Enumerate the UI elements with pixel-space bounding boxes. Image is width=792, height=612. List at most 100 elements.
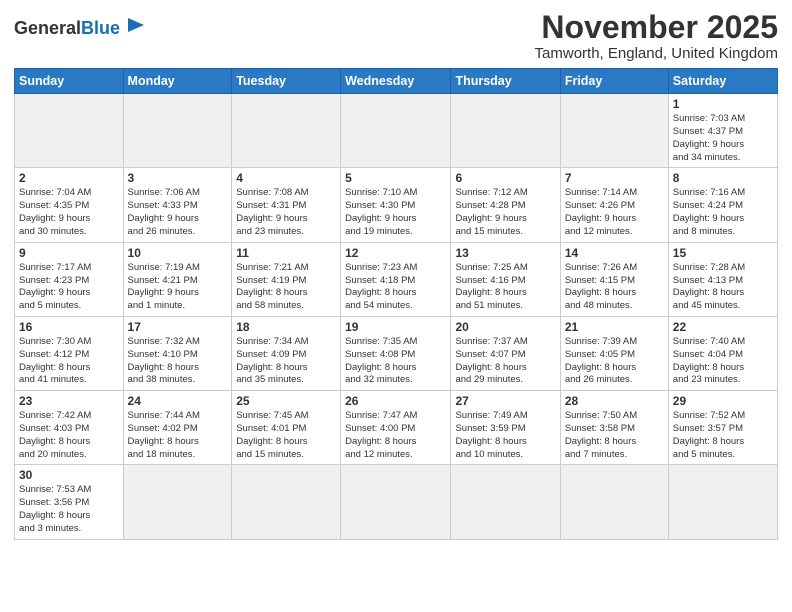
day-info: Sunrise: 7:42 AM Sunset: 4:03 PM Dayligh… <box>19 410 119 461</box>
calendar-cell: 23 Sunrise: 7:42 AM Sunset: 4:03 PM Dayli… <box>15 391 124 465</box>
calendar-cell: 11Sunrise: 7:21 AM Sunset: 4:19 PM Dayli… <box>232 242 341 316</box>
day-info: Sunrise: 7:23 AM Sunset: 4:18 PM Dayligh… <box>345 262 446 313</box>
calendar-cell: 16 Sunrise: 7:30 AM Sunset: 4:12 PM Dayli… <box>15 316 124 390</box>
calendar-cell: 22Sunrise: 7:40 AM Sunset: 4:04 PM Dayli… <box>668 316 777 390</box>
calendar-cell: 5 Sunrise: 7:10 AM Sunset: 4:30 PM Daylig… <box>341 168 451 242</box>
day-number: 6 <box>455 171 555 185</box>
day-number: 26 <box>345 394 446 408</box>
calendar-cell: 25Sunrise: 7:45 AM Sunset: 4:01 PM Dayli… <box>232 391 341 465</box>
day-info: Sunrise: 7:10 AM Sunset: 4:30 PM Dayligh… <box>345 187 446 238</box>
calendar-cell: 21 Sunrise: 7:39 AM Sunset: 4:05 PM Dayli… <box>560 316 668 390</box>
day-info: Sunrise: 7:19 AM Sunset: 4:21 PM Dayligh… <box>128 262 228 313</box>
col-sunday: Sunday <box>15 69 124 94</box>
calendar-cell <box>560 465 668 539</box>
day-number: 16 <box>19 320 119 334</box>
calendar-cell <box>451 94 560 168</box>
day-info: Sunrise: 7:47 AM Sunset: 4:00 PM Dayligh… <box>345 410 446 461</box>
day-info: Sunrise: 7:49 AM Sunset: 3:59 PM Dayligh… <box>455 410 555 461</box>
col-friday: Friday <box>560 69 668 94</box>
calendar-cell: 7Sunrise: 7:14 AM Sunset: 4:26 PM Daylig… <box>560 168 668 242</box>
day-number: 10 <box>128 246 228 260</box>
day-info: Sunrise: 7:28 AM Sunset: 4:13 PM Dayligh… <box>673 262 773 313</box>
calendar-cell: 8 Sunrise: 7:16 AM Sunset: 4:24 PM Daylig… <box>668 168 777 242</box>
calendar-cell: 19 Sunrise: 7:35 AM Sunset: 4:08 PM Dayli… <box>341 316 451 390</box>
calendar-cell: 3 Sunrise: 7:06 AM Sunset: 4:33 PM Daylig… <box>123 168 232 242</box>
day-number: 17 <box>128 320 228 334</box>
calendar-cell: 18Sunrise: 7:34 AM Sunset: 4:09 PM Dayli… <box>232 316 341 390</box>
page: GeneralBlue November 2025 Tamworth, Engl… <box>0 0 792 612</box>
calendar-cell: 29 Sunrise: 7:52 AM Sunset: 3:57 PM Dayli… <box>668 391 777 465</box>
calendar-cell: 12 Sunrise: 7:23 AM Sunset: 4:18 PM Dayli… <box>341 242 451 316</box>
week-row-0: 1Sunrise: 7:03 AM Sunset: 4:37 PM Daylig… <box>15 94 778 168</box>
day-info: Sunrise: 7:53 AM Sunset: 3:56 PM Dayligh… <box>19 484 119 535</box>
day-info: Sunrise: 7:50 AM Sunset: 3:58 PM Dayligh… <box>565 410 664 461</box>
calendar-cell: 30Sunrise: 7:53 AM Sunset: 3:56 PM Dayli… <box>15 465 124 539</box>
day-number: 4 <box>236 171 336 185</box>
calendar-cell <box>668 465 777 539</box>
col-wednesday: Wednesday <box>341 69 451 94</box>
day-number: 23 <box>19 394 119 408</box>
col-saturday: Saturday <box>668 69 777 94</box>
calendar-cell <box>560 94 668 168</box>
day-info: Sunrise: 7:44 AM Sunset: 4:02 PM Dayligh… <box>128 410 228 461</box>
day-number: 29 <box>673 394 773 408</box>
calendar-cell <box>232 94 341 168</box>
calendar-cell: 27 Sunrise: 7:49 AM Sunset: 3:59 PM Dayli… <box>451 391 560 465</box>
day-info: Sunrise: 7:16 AM Sunset: 4:24 PM Dayligh… <box>673 187 773 238</box>
calendar-cell: 20Sunrise: 7:37 AM Sunset: 4:07 PM Dayli… <box>451 316 560 390</box>
day-info: Sunrise: 7:25 AM Sunset: 4:16 PM Dayligh… <box>455 262 555 313</box>
day-number: 5 <box>345 171 446 185</box>
calendar-cell <box>123 94 232 168</box>
calendar-table: Sunday Monday Tuesday Wednesday Thursday… <box>14 68 778 540</box>
calendar-cell <box>341 94 451 168</box>
day-number: 28 <box>565 394 664 408</box>
day-number: 11 <box>236 246 336 260</box>
calendar-cell <box>451 465 560 539</box>
logo-text: GeneralBlue <box>14 19 120 37</box>
week-row-5: 30Sunrise: 7:53 AM Sunset: 3:56 PM Dayli… <box>15 465 778 539</box>
day-number: 18 <box>236 320 336 334</box>
col-tuesday: Tuesday <box>232 69 341 94</box>
day-info: Sunrise: 7:08 AM Sunset: 4:31 PM Dayligh… <box>236 187 336 238</box>
calendar-cell: 1Sunrise: 7:03 AM Sunset: 4:37 PM Daylig… <box>668 94 777 168</box>
calendar-cell: 26 Sunrise: 7:47 AM Sunset: 4:00 PM Dayli… <box>341 391 451 465</box>
day-number: 19 <box>345 320 446 334</box>
day-info: Sunrise: 7:45 AM Sunset: 4:01 PM Dayligh… <box>236 410 336 461</box>
calendar-cell: 17Sunrise: 7:32 AM Sunset: 4:10 PM Dayli… <box>123 316 232 390</box>
calendar-header-row: Sunday Monday Tuesday Wednesday Thursday… <box>15 69 778 94</box>
day-number: 27 <box>455 394 555 408</box>
day-info: Sunrise: 7:52 AM Sunset: 3:57 PM Dayligh… <box>673 410 773 461</box>
day-number: 24 <box>128 394 228 408</box>
day-info: Sunrise: 7:37 AM Sunset: 4:07 PM Dayligh… <box>455 336 555 387</box>
calendar-cell: 14Sunrise: 7:26 AM Sunset: 4:15 PM Dayli… <box>560 242 668 316</box>
week-row-1: 2Sunrise: 7:04 AM Sunset: 4:35 PM Daylig… <box>15 168 778 242</box>
day-info: Sunrise: 7:40 AM Sunset: 4:04 PM Dayligh… <box>673 336 773 387</box>
week-row-4: 23 Sunrise: 7:42 AM Sunset: 4:03 PM Dayli… <box>15 391 778 465</box>
col-monday: Monday <box>123 69 232 94</box>
calendar-cell: 9Sunrise: 7:17 AM Sunset: 4:23 PM Daylig… <box>15 242 124 316</box>
calendar-cell <box>123 465 232 539</box>
day-info: Sunrise: 7:03 AM Sunset: 4:37 PM Dayligh… <box>673 113 773 164</box>
calendar-cell: 6Sunrise: 7:12 AM Sunset: 4:28 PM Daylig… <box>451 168 560 242</box>
calendar-cell: 28 Sunrise: 7:50 AM Sunset: 3:58 PM Dayli… <box>560 391 668 465</box>
calendar-cell <box>341 465 451 539</box>
title-block: November 2025 Tamworth, England, United … <box>535 10 778 62</box>
calendar-title: November 2025 <box>535 10 778 45</box>
day-number: 15 <box>673 246 773 260</box>
logo: GeneralBlue <box>14 14 146 41</box>
day-info: Sunrise: 7:26 AM Sunset: 4:15 PM Dayligh… <box>565 262 664 313</box>
logo-icon <box>124 14 146 36</box>
day-info: Sunrise: 7:30 AM Sunset: 4:12 PM Dayligh… <box>19 336 119 387</box>
day-number: 12 <box>345 246 446 260</box>
day-number: 9 <box>19 246 119 260</box>
day-number: 21 <box>565 320 664 334</box>
week-row-3: 16 Sunrise: 7:30 AM Sunset: 4:12 PM Dayli… <box>15 316 778 390</box>
day-info: Sunrise: 7:39 AM Sunset: 4:05 PM Dayligh… <box>565 336 664 387</box>
day-info: Sunrise: 7:35 AM Sunset: 4:08 PM Dayligh… <box>345 336 446 387</box>
calendar-cell: 2Sunrise: 7:04 AM Sunset: 4:35 PM Daylig… <box>15 168 124 242</box>
day-number: 3 <box>128 171 228 185</box>
day-info: Sunrise: 7:06 AM Sunset: 4:33 PM Dayligh… <box>128 187 228 238</box>
day-number: 13 <box>455 246 555 260</box>
day-number: 8 <box>673 171 773 185</box>
header: GeneralBlue November 2025 Tamworth, Engl… <box>14 10 778 62</box>
